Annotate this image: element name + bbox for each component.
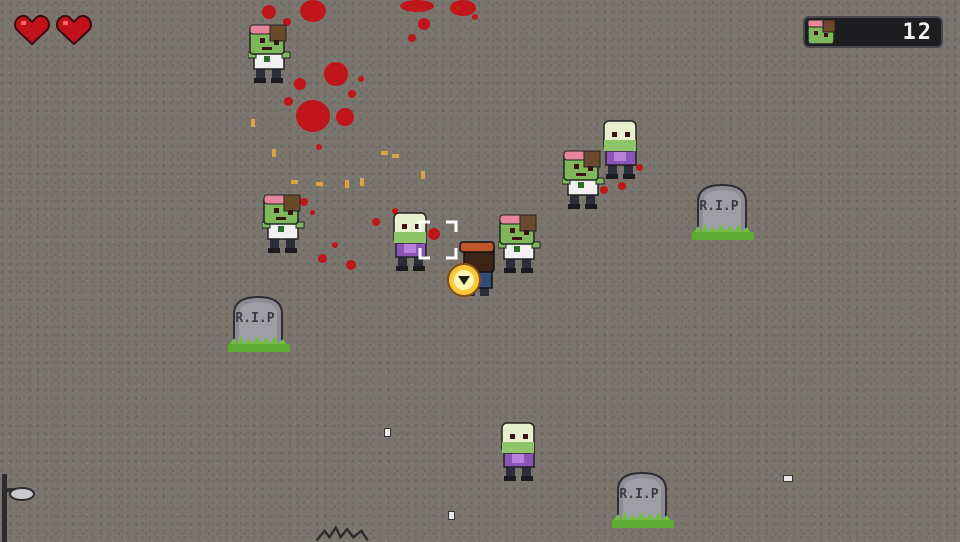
zombie — [498, 212, 542, 274]
tombstone-label: R.I.P — [619, 487, 659, 502]
tombstone: R.I.P — [692, 182, 756, 242]
zombie — [262, 192, 306, 254]
kill-count: 12 — [902, 20, 933, 45]
tombstone-label: R.I.P — [235, 311, 275, 326]
zombie-head-icon — [807, 19, 836, 45]
crosshair-icon[interactable] — [418, 220, 458, 260]
lamp-post — [2, 474, 35, 542]
health-bar — [14, 14, 96, 48]
tombstone: R.I.P — [228, 294, 292, 354]
tombstone-label: R.I.P — [699, 199, 739, 214]
heart-icon — [56, 14, 92, 46]
muzzle-flash — [447, 263, 481, 297]
kill-counter: 12 — [803, 16, 943, 48]
zombie-pale — [498, 420, 542, 482]
zombie-pale — [600, 118, 644, 180]
zombie — [248, 22, 292, 84]
heart-icon — [14, 14, 50, 46]
tombstone: R.I.P — [612, 470, 676, 530]
